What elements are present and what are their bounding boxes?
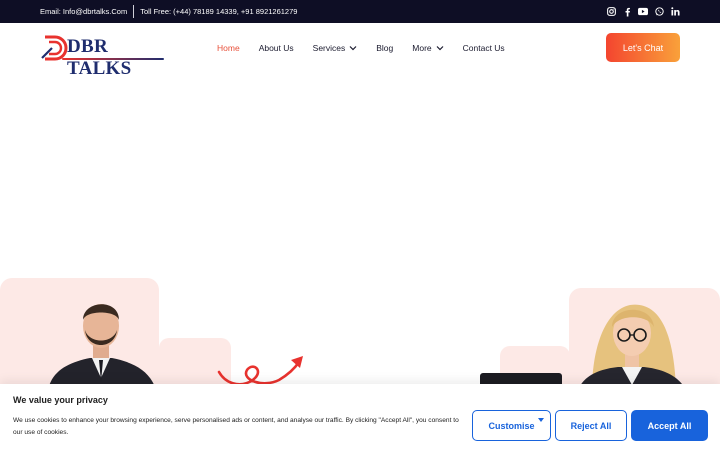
logo-underline <box>62 58 164 60</box>
nav-item-contact-us[interactable]: Contact Us <box>463 43 505 53</box>
nav-item-label: About Us <box>258 43 294 53</box>
topbar-contact: Email: Info@dbrtalks.Com Toll Free: (+44… <box>40 0 297 23</box>
nav-item-blog[interactable]: Blog <box>376 43 393 53</box>
topbar: Email: Info@dbrtalks.Com Toll Free: (+44… <box>0 0 720 23</box>
chevron-down-icon <box>349 44 357 52</box>
site-header: DBR TALKS Home About Us Services Blog Mo… <box>0 23 720 79</box>
nav-item-services[interactable]: Services <box>313 43 358 53</box>
customise-button[interactable]: Customise <box>472 410 551 441</box>
accept-all-button[interactable]: Accept All <box>631 410 708 441</box>
customise-button-label: Customise <box>488 420 535 431</box>
main-nav: Home About Us Services Blog More Contact… <box>217 23 524 73</box>
cookie-consent-banner: We value your privacy We use cookies to … <box>0 384 720 450</box>
reject-all-button[interactable]: Reject All <box>555 410 627 441</box>
nav-item-label: Contact Us <box>462 43 505 53</box>
nav-item-home[interactable]: Home <box>217 43 240 53</box>
cookie-description: We use cookies to enhance your browsing … <box>13 417 459 436</box>
nav-item-label: Home <box>217 43 240 53</box>
youtube-icon[interactable] <box>638 7 648 17</box>
caret-down-icon <box>538 418 544 422</box>
whatsapp-icon[interactable] <box>654 7 664 17</box>
topbar-email[interactable]: Email: Info@dbrtalks.Com <box>40 7 127 16</box>
nav-item-label: Services <box>312 43 346 53</box>
facebook-icon[interactable] <box>622 7 632 17</box>
nav-item-about-us[interactable]: About Us <box>259 43 294 53</box>
social-links <box>606 0 680 23</box>
nav-item-more[interactable]: More <box>412 43 444 53</box>
businessman-image <box>48 304 156 390</box>
nav-item-label: Blog <box>376 43 394 53</box>
businesswoman-image <box>578 304 686 390</box>
linkedin-icon[interactable] <box>670 7 680 17</box>
topbar-tollfree[interactable]: Toll Free: (+44) 78189 14339, +91 892126… <box>140 7 297 16</box>
topbar-divider <box>133 5 135 18</box>
chevron-down-icon <box>436 44 444 52</box>
cookie-title: We value your privacy <box>13 395 108 405</box>
logo[interactable]: DBR TALKS <box>40 33 170 79</box>
instagram-icon[interactable] <box>606 7 616 17</box>
nav-item-label: More <box>412 43 432 53</box>
lets-chat-button[interactable]: Let's Chat <box>606 33 680 62</box>
